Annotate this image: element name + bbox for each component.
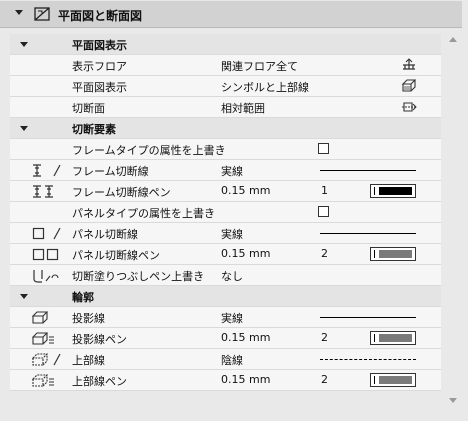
projection-pen-icon (32, 332, 54, 345)
row-label: 切断塗りつぶしペン上書き (72, 270, 205, 283)
row-overhead-pen[interactable]: 上部線ペン 0.15 mm 2 (10, 370, 441, 391)
row-label: 投影線 (72, 312, 105, 325)
row-value[interactable]: シンボルと上部線 (221, 79, 309, 95)
overhead-pen-icon (32, 374, 54, 387)
row-value[interactable]: 0.15 mm (221, 331, 270, 344)
floor-plan-section-icon (34, 7, 50, 21)
row-value[interactable]: 0.15 mm (221, 373, 270, 386)
frame-cut-pen-icon (33, 185, 53, 198)
row-label: 上部線ペン (72, 375, 127, 388)
panel-cut-line-icon (32, 227, 61, 240)
row-label: パネル切断線ペン (72, 249, 160, 262)
row-label: 上部線 (72, 354, 105, 367)
pen-color-swatch (379, 334, 412, 342)
section-title: 切断要素 (72, 123, 116, 136)
pen-marker (374, 376, 375, 384)
section-header-cut-elements[interactable]: 切断要素 (10, 118, 441, 139)
row-override-panel-attributes[interactable]: パネルタイプの属性を上書き (10, 202, 441, 223)
override-frame-checkbox[interactable] (318, 143, 329, 154)
row-label: 平面図表示 (72, 81, 127, 94)
row-value[interactable]: 0.15 mm (221, 247, 270, 260)
row-frame-cut-line[interactable]: フレーム切断線 実線 (10, 160, 441, 181)
cut-fill-pen-icon (33, 270, 59, 283)
row-label: フレーム切断線ペン (72, 186, 171, 199)
row-value[interactable]: 関連フロア全て (221, 58, 298, 74)
scroll-up-arrow-icon[interactable] (449, 37, 457, 42)
panel-cut-pen-icon (32, 248, 59, 261)
section-title: 平面図表示 (72, 39, 127, 52)
row-value[interactable]: 陰線 (221, 352, 243, 368)
pen-marker (374, 187, 375, 195)
collapse-triangle-icon[interactable] (20, 42, 28, 47)
row-label: フレーム切断線 (72, 165, 149, 178)
pen-marker (374, 334, 375, 342)
vertical-scrollbar[interactable] (446, 34, 460, 409)
pen-color-swatch (379, 250, 412, 258)
section-title: 輪郭 (72, 291, 94, 304)
row-cut-plane[interactable]: 切断面 相対範囲 (10, 97, 441, 118)
row-value[interactable]: 実線 (221, 226, 243, 242)
row-overhead-line[interactable]: 上部線 陰線 (10, 349, 441, 370)
collapse-triangle-icon[interactable] (20, 126, 28, 131)
plan-display-icon (401, 79, 417, 92)
row-value[interactable]: 実線 (221, 163, 243, 179)
row-label: フレームタイプの属性を上書き (72, 144, 226, 157)
row-label: パネルタイプの属性を上書き (72, 207, 215, 220)
row-frame-cut-pen[interactable]: フレーム切断線ペン 0.15 mm 1 (10, 181, 441, 202)
settings-panel: 平面図と断面図 平面図表示 表示フロア 関連フロア全て 平面図表示 シンボルと上… (0, 0, 468, 421)
row-show-on-stories[interactable]: 表示フロア 関連フロア全て (10, 55, 441, 76)
line-type-preview (320, 317, 416, 318)
pen-color-swatch (379, 187, 412, 195)
pen-number: 2 (321, 247, 328, 260)
panel-header[interactable]: 平面図と断面図 (0, 1, 462, 28)
row-label: パネル切断線 (72, 228, 138, 241)
cut-plane-icon (402, 102, 417, 112)
row-value[interactable]: なし (221, 268, 243, 284)
row-label: 投影線ペン (72, 333, 127, 346)
overhead-line-icon (32, 353, 61, 366)
pen-number: 2 (321, 373, 328, 386)
collapse-triangle-icon[interactable] (20, 294, 28, 299)
row-label: 表示フロア (72, 60, 127, 73)
line-type-preview (320, 233, 416, 234)
pen-number: 1 (321, 184, 328, 197)
row-value[interactable]: 相対範囲 (221, 100, 265, 116)
row-panel-cut-pen[interactable]: パネル切断線ペン 0.15 mm 2 (10, 244, 441, 265)
pen-swatch-button[interactable] (370, 373, 416, 387)
pen-marker (374, 250, 375, 258)
row-value[interactable]: 0.15 mm (221, 184, 270, 197)
row-panel-cut-line[interactable]: パネル切断線 実線 (10, 223, 441, 244)
pen-color-swatch (379, 376, 412, 384)
row-projection-line[interactable]: 投影線 実線 (10, 307, 441, 328)
row-projection-pen[interactable]: 投影線ペン 0.15 mm 2 (10, 328, 441, 349)
line-type-preview (320, 170, 416, 171)
section-header-plan-display[interactable]: 平面図表示 (10, 34, 441, 55)
scroll-down-arrow-icon[interactable] (449, 398, 457, 403)
pen-swatch-button[interactable] (370, 247, 416, 261)
pen-swatch-button[interactable] (370, 331, 416, 345)
row-value[interactable]: 実線 (221, 310, 243, 326)
pen-number: 2 (321, 331, 328, 344)
floors-icon (403, 58, 415, 70)
row-plan-display[interactable]: 平面図表示 シンボルと上部線 (10, 76, 441, 97)
line-type-preview (320, 359, 416, 360)
pen-swatch-button[interactable] (370, 184, 416, 198)
panel-title: 平面図と断面図 (58, 9, 143, 23)
section-header-outlines[interactable]: 輪郭 (10, 286, 441, 307)
override-panel-checkbox[interactable] (318, 206, 329, 217)
row-label: 切断面 (72, 102, 105, 115)
projection-line-icon (32, 311, 49, 324)
frame-cut-line-icon (33, 164, 61, 177)
property-list: 平面図表示 表示フロア 関連フロア全て 平面図表示 シンボルと上部線 切断面 相… (10, 34, 441, 391)
row-override-frame-attributes[interactable]: フレームタイプの属性を上書き (10, 139, 441, 160)
collapse-triangle-icon[interactable] (15, 10, 23, 15)
row-cut-fill-pen-override[interactable]: 切断塗りつぶしペン上書き なし (10, 265, 441, 286)
